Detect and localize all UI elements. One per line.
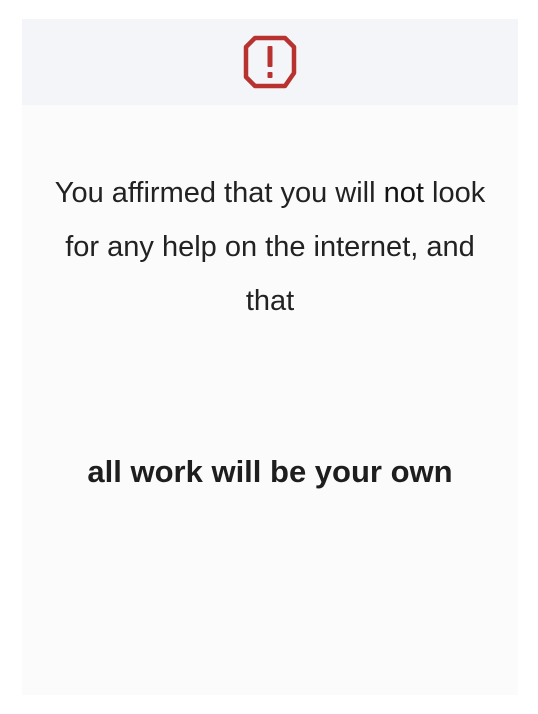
card-body: You affirmed that you will not look for … <box>22 105 518 695</box>
own-work-statement: all work will be your own <box>87 454 453 489</box>
affirmation-message: You affirmed that you will not look for … <box>40 166 500 328</box>
exclamation-alert-icon <box>243 35 297 89</box>
message-emphasis: not <box>383 177 424 209</box>
message-text-start: You affirmed that you will <box>54 177 384 209</box>
affirmation-card: You affirmed that you will not look for … <box>22 19 518 695</box>
card-header <box>22 19 518 105</box>
